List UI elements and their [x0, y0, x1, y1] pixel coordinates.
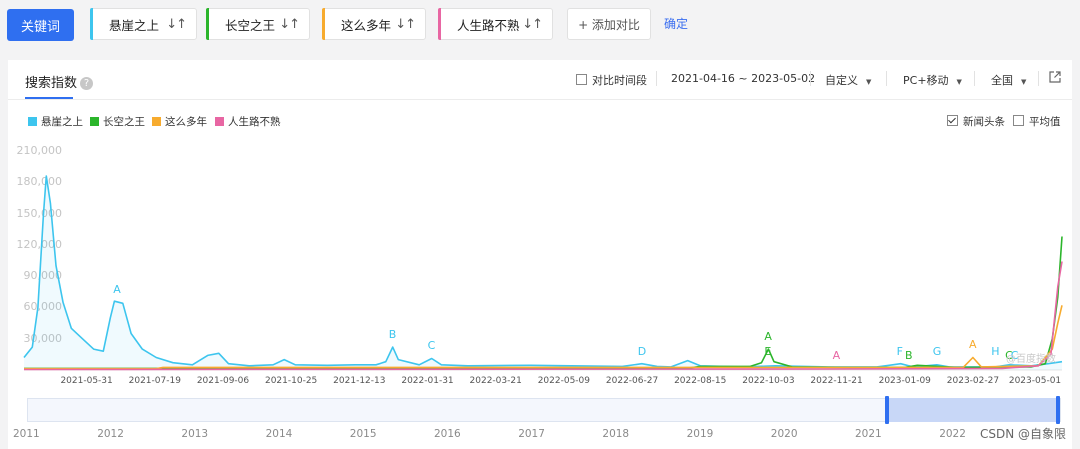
news-event-marker[interactable]: B — [905, 349, 913, 362]
x-tick-label: 2021-12-13 — [333, 376, 386, 386]
x-tick-label: 2021-07-19 — [128, 376, 181, 386]
news-event-marker[interactable]: F — [897, 345, 903, 358]
news-event-marker[interactable]: A — [113, 283, 121, 296]
x-tick-label: 2022-05-09 — [537, 376, 591, 386]
slider-handle-left[interactable] — [885, 396, 889, 424]
x-tick-label: 2022-08-15 — [674, 376, 727, 386]
timeline-year-label: 2018 — [602, 428, 630, 440]
x-tick-label: 2022-01-31 — [401, 376, 454, 386]
timeline-year-label: 2016 — [434, 428, 461, 440]
x-tick-label: 2023-02-27 — [946, 376, 1000, 386]
x-tick-label: 2023-05-01 — [1008, 376, 1062, 386]
credit-text: CSDN @自象限 — [979, 427, 1066, 441]
timeline-year-label: 2020 — [770, 428, 798, 440]
x-tick-label: 2022-06-27 — [605, 376, 659, 386]
x-tick-label: 2022-03-21 — [469, 376, 522, 386]
news-event-marker[interactable]: G — [933, 345, 942, 358]
timeline-year-label: 2011 — [13, 428, 40, 440]
timeline-year-label: 2014 — [265, 428, 293, 440]
slider-handle-right[interactable] — [1056, 396, 1060, 424]
x-tick-label: 2021-10-25 — [264, 376, 318, 386]
timeline-year-label: 2021 — [855, 428, 882, 440]
timeline-year-label: 2013 — [181, 428, 209, 440]
x-tick-label: 2021-09-06 — [196, 376, 250, 386]
series-line-1 — [23, 175, 1063, 368]
x-tick-label: 2022-10-03 — [742, 376, 795, 386]
watermark: @百度指数 — [1006, 354, 1056, 365]
x-tick-label: 2021-05-31 — [60, 376, 113, 386]
news-event-marker[interactable]: B — [389, 328, 397, 341]
timeline-year-label: 2022 — [939, 428, 966, 440]
timeline-year-label: 2015 — [349, 428, 377, 440]
timeline-year-label: 2017 — [518, 428, 545, 440]
news-event-marker[interactable]: E — [764, 345, 771, 358]
news-event-marker[interactable]: A — [833, 349, 841, 362]
x-tick-label: 2022-11-21 — [810, 376, 863, 386]
timeline-year-label: 2012 — [97, 428, 124, 440]
news-event-marker[interactable]: A — [764, 330, 772, 343]
timeline-year-label: 2019 — [686, 428, 714, 440]
news-event-marker[interactable]: C — [428, 339, 436, 352]
selected-range[interactable] — [887, 398, 1059, 422]
news-event-marker[interactable]: A — [969, 338, 977, 351]
news-event-marker[interactable]: D — [638, 345, 646, 358]
x-tick-label: 2023-01-09 — [878, 376, 931, 386]
news-event-marker[interactable]: H — [991, 345, 999, 358]
series-area-1 — [24, 176, 1062, 370]
